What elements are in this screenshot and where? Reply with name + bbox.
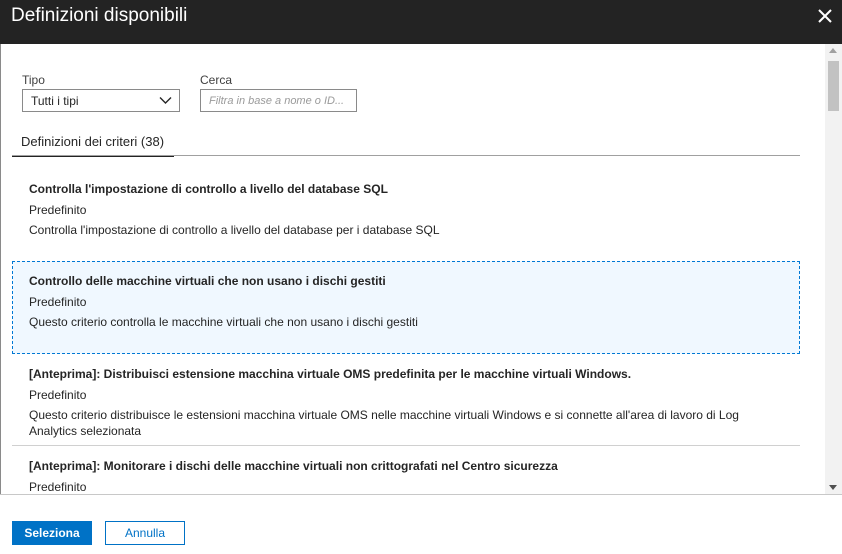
tab-policy-definitions[interactable]: Definizioni dei criteri (38) [12, 125, 175, 157]
definition-card[interactable]: [Anteprima]: Monitorare i dischi delle m… [12, 459, 800, 494]
dialog-footer: Seleziona Annulla [0, 494, 842, 554]
scrollbar-thumb[interactable] [828, 61, 839, 111]
definition-type: Predefinito [29, 388, 87, 402]
type-label: Tipo [22, 73, 45, 87]
vertical-scrollbar[interactable] [825, 44, 842, 494]
search-input[interactable]: Filtra in base a nome o ID... [200, 89, 357, 112]
dialog-content: Tipo Tutti i tipi Cerca Filtra in base a… [0, 44, 842, 494]
tab-label: Definizioni dei criteri (38) [21, 134, 165, 149]
tab-divider [12, 155, 800, 156]
definition-title: Controllo delle macchine virtuali che no… [29, 274, 386, 288]
close-button[interactable] [814, 5, 836, 27]
scroll-up-icon[interactable] [829, 48, 837, 53]
definition-description: Questo criterio distribuisce le estensio… [29, 408, 739, 438]
definition-type: Predefinito [29, 203, 87, 217]
definition-title: [Anteprima]: Monitorare i dischi delle m… [29, 459, 558, 473]
definition-title: [Anteprima]: Distribuisci estensione mac… [29, 367, 632, 381]
type-dropdown-value: Tutti i tipi [31, 94, 79, 108]
select-button[interactable]: Seleziona [12, 521, 92, 545]
definition-card[interactable]: Controlla l'impostazione di controllo a … [12, 182, 800, 246]
definition-description: Questo criterio controlla le macchine vi… [29, 315, 418, 329]
definition-card[interactable]: [Anteprima]: Distribuisci estensione mac… [12, 367, 800, 447]
dialog-title: Definizioni disponibili [11, 5, 188, 26]
list-divider [12, 445, 800, 446]
definition-card-selected[interactable]: Controllo delle macchine virtuali che no… [12, 261, 800, 354]
definition-type: Predefinito [29, 295, 87, 309]
dialog-header: Definizioni disponibili [0, 0, 842, 44]
search-label: Cerca [200, 73, 233, 87]
type-dropdown[interactable]: Tutti i tipi [22, 89, 180, 112]
definition-type: Predefinito [29, 480, 87, 494]
search-placeholder: Filtra in base a nome o ID... [209, 95, 345, 107]
cancel-button[interactable]: Annulla [105, 521, 185, 545]
close-icon [818, 9, 832, 23]
chevron-down-icon [159, 97, 172, 104]
scroll-down-icon[interactable] [829, 485, 837, 490]
definition-title: Controlla l'impostazione di controllo a … [29, 182, 388, 196]
definition-description: Controlla l'impostazione di controllo a … [29, 223, 440, 237]
